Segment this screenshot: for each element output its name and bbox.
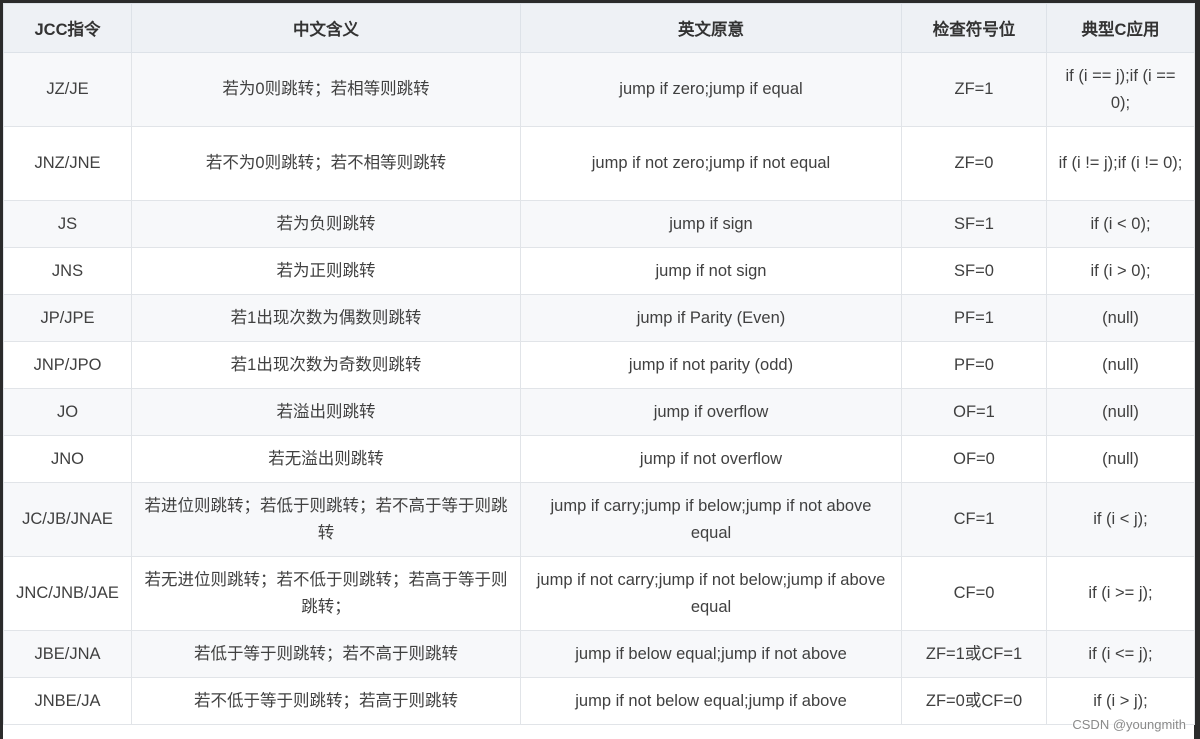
- header-c-usage: 典型C应用: [1046, 3, 1195, 53]
- cell-english: jump if carry;jump if below;jump if not …: [520, 482, 902, 557]
- cell-english: jump if below equal;jump if not above: [520, 630, 902, 678]
- cell-flags: PF=1: [901, 294, 1047, 342]
- cell-c-usage: if (i < 0);: [1046, 200, 1195, 248]
- cell-jcc: JO: [3, 388, 132, 436]
- cell-chinese: 若无溢出则跳转: [131, 435, 521, 483]
- cell-jcc: JP/JPE: [3, 294, 132, 342]
- cell-english: jump if zero;jump if equal: [520, 52, 902, 127]
- cell-chinese: 若为0则跳转；若相等则跳转: [131, 52, 521, 127]
- cell-flags: OF=1: [901, 388, 1047, 436]
- cell-c-usage: (null): [1046, 435, 1195, 483]
- header-jcc: JCC指令: [3, 3, 132, 53]
- cell-chinese: 若不为0则跳转；若不相等则跳转: [131, 126, 521, 201]
- cell-chinese: 若为负则跳转: [131, 200, 521, 248]
- cell-chinese: 若进位则跳转；若低于则跳转；若不高于等于则跳转: [131, 482, 521, 557]
- cell-flags: SF=1: [901, 200, 1047, 248]
- cell-english: jump if not overflow: [520, 435, 902, 483]
- table-header-row: JCC指令 中文含义 英文原意 检查符号位 典型C应用: [3, 3, 1195, 53]
- cell-english: jump if not sign: [520, 247, 902, 295]
- cell-chinese: 若无进位则跳转；若不低于则跳转；若高于等于则跳转；: [131, 556, 521, 631]
- table-row: JP/JPE 若1出现次数为偶数则跳转 jump if Parity (Even…: [3, 294, 1195, 342]
- cell-jcc: JNO: [3, 435, 132, 483]
- cell-jcc: JNC/JNB/JAE: [3, 556, 132, 631]
- table-row: JO 若溢出则跳转 jump if overflow OF=1 (null): [3, 388, 1195, 436]
- table-row: JS 若为负则跳转 jump if sign SF=1 if (i < 0);: [3, 200, 1195, 248]
- table-row: JC/JB/JNAE 若进位则跳转；若低于则跳转；若不高于等于则跳转 jump …: [3, 482, 1195, 557]
- header-chinese-meaning: 中文含义: [131, 3, 521, 53]
- cell-c-usage: if (i > 0);: [1046, 247, 1195, 295]
- table-row: JZ/JE 若为0则跳转；若相等则跳转 jump if zero;jump if…: [3, 52, 1195, 127]
- cell-flags: CF=0: [901, 556, 1047, 631]
- cell-english: jump if sign: [520, 200, 902, 248]
- table-row: JBE/JNA 若低于等于则跳转；若不高于则跳转 jump if below e…: [3, 630, 1195, 678]
- cell-c-usage: if (i < j);: [1046, 482, 1195, 557]
- cell-chinese: 若为正则跳转: [131, 247, 521, 295]
- cell-english: jump if overflow: [520, 388, 902, 436]
- cell-flags: ZF=1或CF=1: [901, 630, 1047, 678]
- cell-chinese: 若不低于等于则跳转；若高于则跳转: [131, 677, 521, 725]
- cell-c-usage: (null): [1046, 294, 1195, 342]
- cell-jcc: JBE/JNA: [3, 630, 132, 678]
- cell-jcc: JNZ/JNE: [3, 126, 132, 201]
- cell-flags: CF=1: [901, 482, 1047, 557]
- cell-jcc: JS: [3, 200, 132, 248]
- cell-chinese: 若溢出则跳转: [131, 388, 521, 436]
- cell-c-usage: (null): [1046, 341, 1195, 389]
- cell-c-usage: (null): [1046, 388, 1195, 436]
- cell-jcc: JC/JB/JNAE: [3, 482, 132, 557]
- cell-english: jump if not parity (odd): [520, 341, 902, 389]
- jcc-table: JCC指令 中文含义 英文原意 检查符号位 典型C应用 JZ/JE 若为0则跳转…: [3, 3, 1195, 725]
- cell-c-usage: if (i <= j);: [1046, 630, 1195, 678]
- header-flags: 检查符号位: [901, 3, 1047, 53]
- cell-c-usage: if (i != j);if (i != 0);: [1046, 126, 1195, 201]
- table-row: JNP/JPO 若1出现次数为奇数则跳转 jump if not parity …: [3, 341, 1195, 389]
- cell-flags: PF=0: [901, 341, 1047, 389]
- cell-english: jump if Parity (Even): [520, 294, 902, 342]
- cell-jcc: JNP/JPO: [3, 341, 132, 389]
- table-row: JNZ/JNE 若不为0则跳转；若不相等则跳转 jump if not zero…: [3, 126, 1195, 201]
- table-row: JNBE/JA 若不低于等于则跳转；若高于则跳转 jump if not bel…: [3, 677, 1195, 725]
- cell-chinese: 若1出现次数为偶数则跳转: [131, 294, 521, 342]
- cell-jcc: JNS: [3, 247, 132, 295]
- header-english-origin: 英文原意: [520, 3, 902, 53]
- cell-jcc: JNBE/JA: [3, 677, 132, 725]
- cell-chinese: 若1出现次数为奇数则跳转: [131, 341, 521, 389]
- cell-flags: ZF=0: [901, 126, 1047, 201]
- cell-flags: OF=0: [901, 435, 1047, 483]
- cell-c-usage: if (i >= j);: [1046, 556, 1195, 631]
- cell-english: jump if not zero;jump if not equal: [520, 126, 902, 201]
- cell-jcc: JZ/JE: [3, 52, 132, 127]
- table-row: JNC/JNB/JAE 若无进位则跳转；若不低于则跳转；若高于等于则跳转； ju…: [3, 556, 1195, 631]
- cell-flags: ZF=1: [901, 52, 1047, 127]
- table-row: JNO 若无溢出则跳转 jump if not overflow OF=0 (n…: [3, 435, 1195, 483]
- cell-chinese: 若低于等于则跳转；若不高于则跳转: [131, 630, 521, 678]
- cell-english: jump if not below equal;jump if above: [520, 677, 902, 725]
- cell-c-usage: if (i == j);if (i == 0);: [1046, 52, 1195, 127]
- csdn-watermark: CSDN @youngmith: [1072, 717, 1186, 732]
- cell-flags: ZF=0或CF=0: [901, 677, 1047, 725]
- table-row: JNS 若为正则跳转 jump if not sign SF=0 if (i >…: [3, 247, 1195, 295]
- cell-flags: SF=0: [901, 247, 1047, 295]
- cell-english: jump if not carry;jump if not below;jump…: [520, 556, 902, 631]
